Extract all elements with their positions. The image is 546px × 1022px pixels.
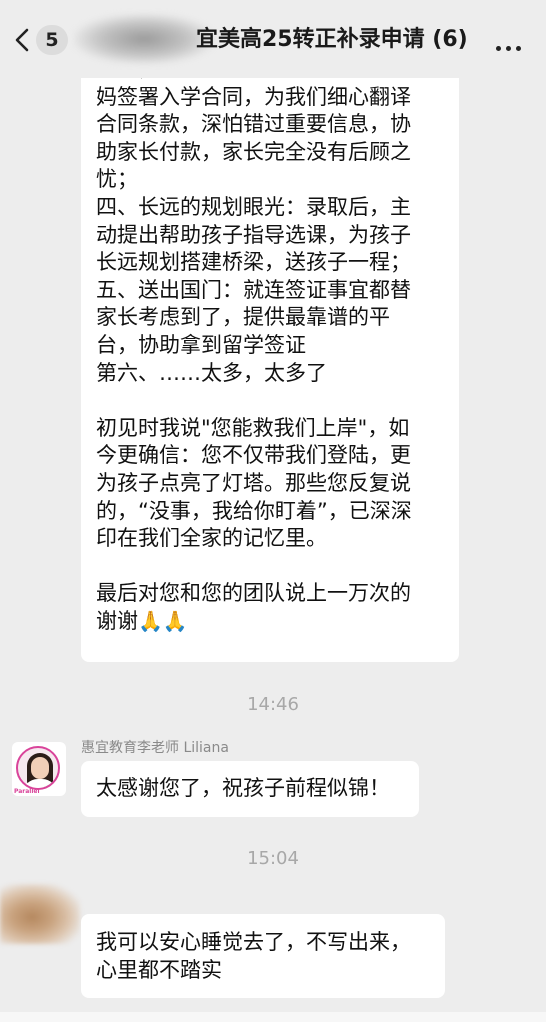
blurred-group-name (74, 14, 214, 64)
timestamp: 15:04 (247, 848, 299, 869)
message-bubble[interactable]: 我可以安心睡觉去了，不写出来， 心里都不踏实 (81, 914, 445, 998)
message-line: 我可以安心睡觉去了，不写出来， (96, 930, 411, 954)
message-line: 妈签署入学合同，为我们细心翻译 (96, 84, 411, 109)
message-line: 动提出帮助孩子指导选课，为孩子 (96, 222, 411, 247)
more-dots-icon[interactable] (496, 36, 526, 51)
message-line: 印在我们全家的记忆里。 (96, 526, 327, 551)
unread-count-badge[interactable]: 5 (36, 25, 68, 55)
chat-title: 宜美高25转正补录申请 (6) (196, 27, 468, 52)
timestamp: 14:46 (247, 694, 299, 715)
message-line: 合同条款，深怕错过重要信息，协 (96, 112, 411, 137)
message-line: 为孩子点亮了灯塔。那些您反复说 (96, 470, 411, 495)
message-line: 初见时我说"您能救我们上岸"，如 (96, 415, 410, 440)
message-line: 台，协助拿到留学签证 (96, 332, 306, 357)
avatar-logo-tag: Parallel (14, 788, 40, 795)
back-chevron-icon[interactable] (10, 26, 34, 54)
message-bubble[interactable]: 太感谢您了，祝孩子前程似锦！ (81, 761, 419, 817)
avatar-photo (16, 746, 60, 790)
chat-header: 5 宜美高25转正补录申请 (6) (0, 0, 546, 78)
sender-name: 惠宜教育李老师 Liliana (81, 740, 229, 756)
message-line: 家长考虑到了，提供最靠谱的平 (96, 305, 390, 330)
message-line: 助家长付款，家长完全没有后顾之 (96, 139, 411, 164)
message-line: 今更确信：您不仅带我们登陆，更 (96, 443, 411, 468)
message-line: 第六、……太多，太多了 (96, 360, 327, 385)
folded-hands-emoji: 🙏🙏 (138, 608, 188, 633)
bottom-edge (0, 1012, 546, 1022)
message-line: 的，“没事，我给你盯着”，已深深 (96, 498, 412, 523)
sender-avatar[interactable]: Parallel (12, 742, 66, 796)
message-line: 长远规划搭建桥梁，送孩子一程； (96, 250, 411, 275)
message-bubble-long[interactable]: 当天，团队老师陪伴不会英文的妈 妈签署入学合同，为我们细心翻译 合同条款，深怕错… (81, 38, 459, 662)
message-line: 心里都不踏实 (96, 957, 222, 982)
blurred-avatar[interactable] (0, 884, 80, 944)
message-line: 最后对您和您的团队说上一万次的 (96, 581, 411, 606)
message-text: 太感谢您了，祝孩子前程似锦！ (96, 776, 390, 800)
message-text: 谢谢 (96, 608, 138, 633)
message-line-last: 谢谢🙏🙏 (96, 608, 444, 636)
message-line: 忧； (96, 167, 138, 192)
message-line: 五、送出国门：就连签证事宜都替 (96, 277, 411, 302)
message-line: 四、长远的规划眼光：录取后，主 (96, 194, 411, 219)
